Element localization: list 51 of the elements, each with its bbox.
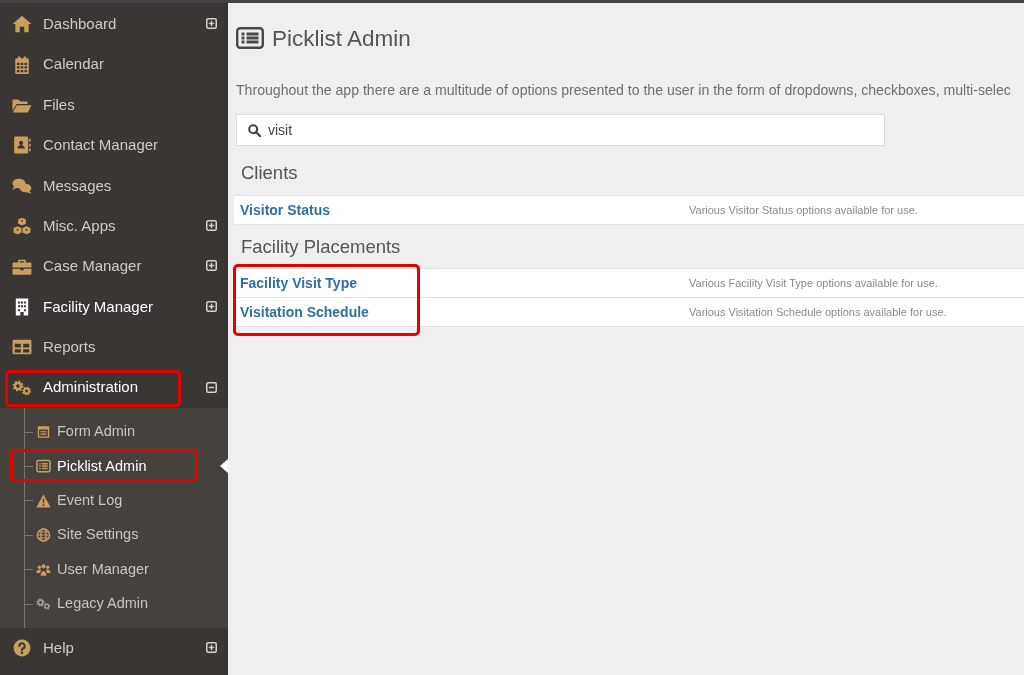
sidebar-link[interactable]: Administration — [12, 376, 139, 399]
list-icon — [236, 27, 264, 49]
sidebar-link[interactable]: Files — [12, 93, 75, 117]
submenu-link[interactable]: Picklist Admin — [36, 455, 147, 478]
search-icon — [248, 124, 261, 137]
submenu-link[interactable]: User Manager — [36, 558, 149, 581]
gears-icon — [36, 597, 51, 612]
sidebar-link[interactable]: Calendar — [12, 53, 104, 76]
sidebar-link[interactable]: Dashboard — [12, 12, 117, 36]
sidebar-link[interactable]: Case Manager — [12, 255, 142, 278]
submenu-link[interactable]: Site Settings — [36, 524, 139, 547]
chat-bubbles-icon — [12, 176, 32, 195]
description-text: Throughout the app there are a multitude of options presented to the user in the form of dropdowns, checkboxes, multi-selec — [236, 81, 1012, 100]
expand-toggle-icon[interactable] — [206, 300, 217, 312]
briefcase-icon — [12, 257, 32, 276]
sidebar-link[interactable]: Reports — [12, 336, 96, 359]
globe-icon — [36, 528, 51, 543]
picklist-link[interactable]: Visitation Schedule — [240, 303, 369, 321]
gears-icon — [12, 378, 32, 397]
form-icon — [36, 425, 51, 440]
warning-icon — [36, 493, 51, 508]
row-description: Various Visitation Schedule options available for use. — [689, 304, 947, 320]
section-heading: Clients — [241, 161, 299, 185]
contact-book-icon — [12, 136, 32, 155]
sidebar-link[interactable]: Misc. Apps — [12, 214, 116, 238]
row-description: Various Visitor Status options available for use. — [689, 202, 918, 218]
cubes-icon — [12, 217, 32, 236]
expand-toggle-icon[interactable] — [206, 219, 217, 231]
expand-toggle-icon[interactable] — [206, 642, 217, 654]
expand-toggle-icon[interactable] — [206, 18, 217, 29]
question-circle-icon — [12, 639, 32, 658]
submenu-link[interactable]: Legacy Admin — [36, 593, 149, 615]
sidebar-link[interactable]: Facility Manager — [12, 295, 154, 319]
submenu-link[interactable]: Form Admin — [36, 421, 136, 443]
users-icon — [36, 562, 51, 577]
sidebar-link[interactable]: Help — [12, 637, 74, 660]
list-icon — [36, 459, 51, 474]
expand-toggle-icon[interactable] — [206, 260, 217, 272]
page-title: Picklist Admin — [272, 24, 411, 52]
section-heading: Facility Placements — [241, 235, 402, 259]
picklist-link[interactable]: Visitor Status — [240, 201, 330, 219]
sidebar-link[interactable]: Messages — [12, 174, 112, 197]
search-field[interactable]: visit — [236, 114, 885, 146]
collapse-toggle-icon[interactable] — [206, 381, 217, 393]
home-icon — [12, 15, 32, 34]
picklist-link[interactable]: Facility Visit Type — [240, 274, 357, 292]
calendar-icon — [12, 55, 32, 74]
submenu-link[interactable]: Event Log — [36, 490, 123, 512]
row-description: Various Facility Visit Type options available for use. — [689, 275, 938, 291]
sidebar-link[interactable]: Contact Manager — [12, 134, 159, 157]
table-icon — [12, 338, 32, 357]
